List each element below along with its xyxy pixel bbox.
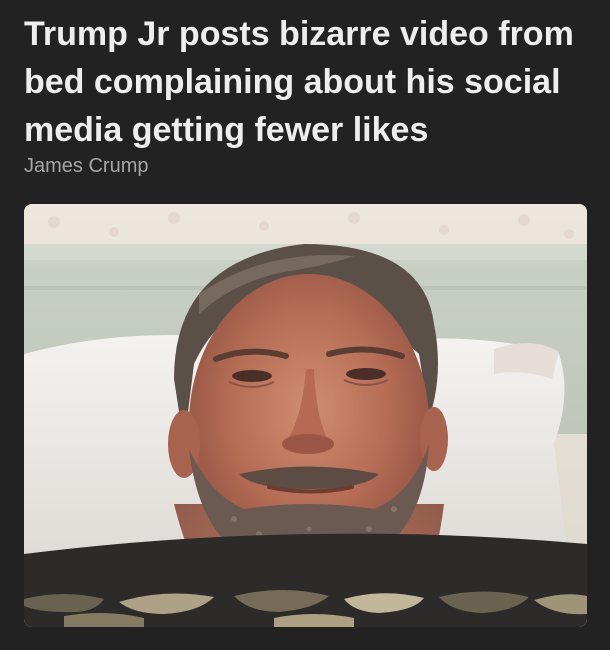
article-author[interactable]: James Crump [24,153,148,179]
article-card[interactable]: Trump Jr posts bizarre video from bed co… [0,0,610,650]
video-still-image [24,204,587,627]
article-video-thumbnail[interactable] [24,204,587,627]
article-headline[interactable]: Trump Jr posts bizarre video from bed co… [24,10,594,154]
